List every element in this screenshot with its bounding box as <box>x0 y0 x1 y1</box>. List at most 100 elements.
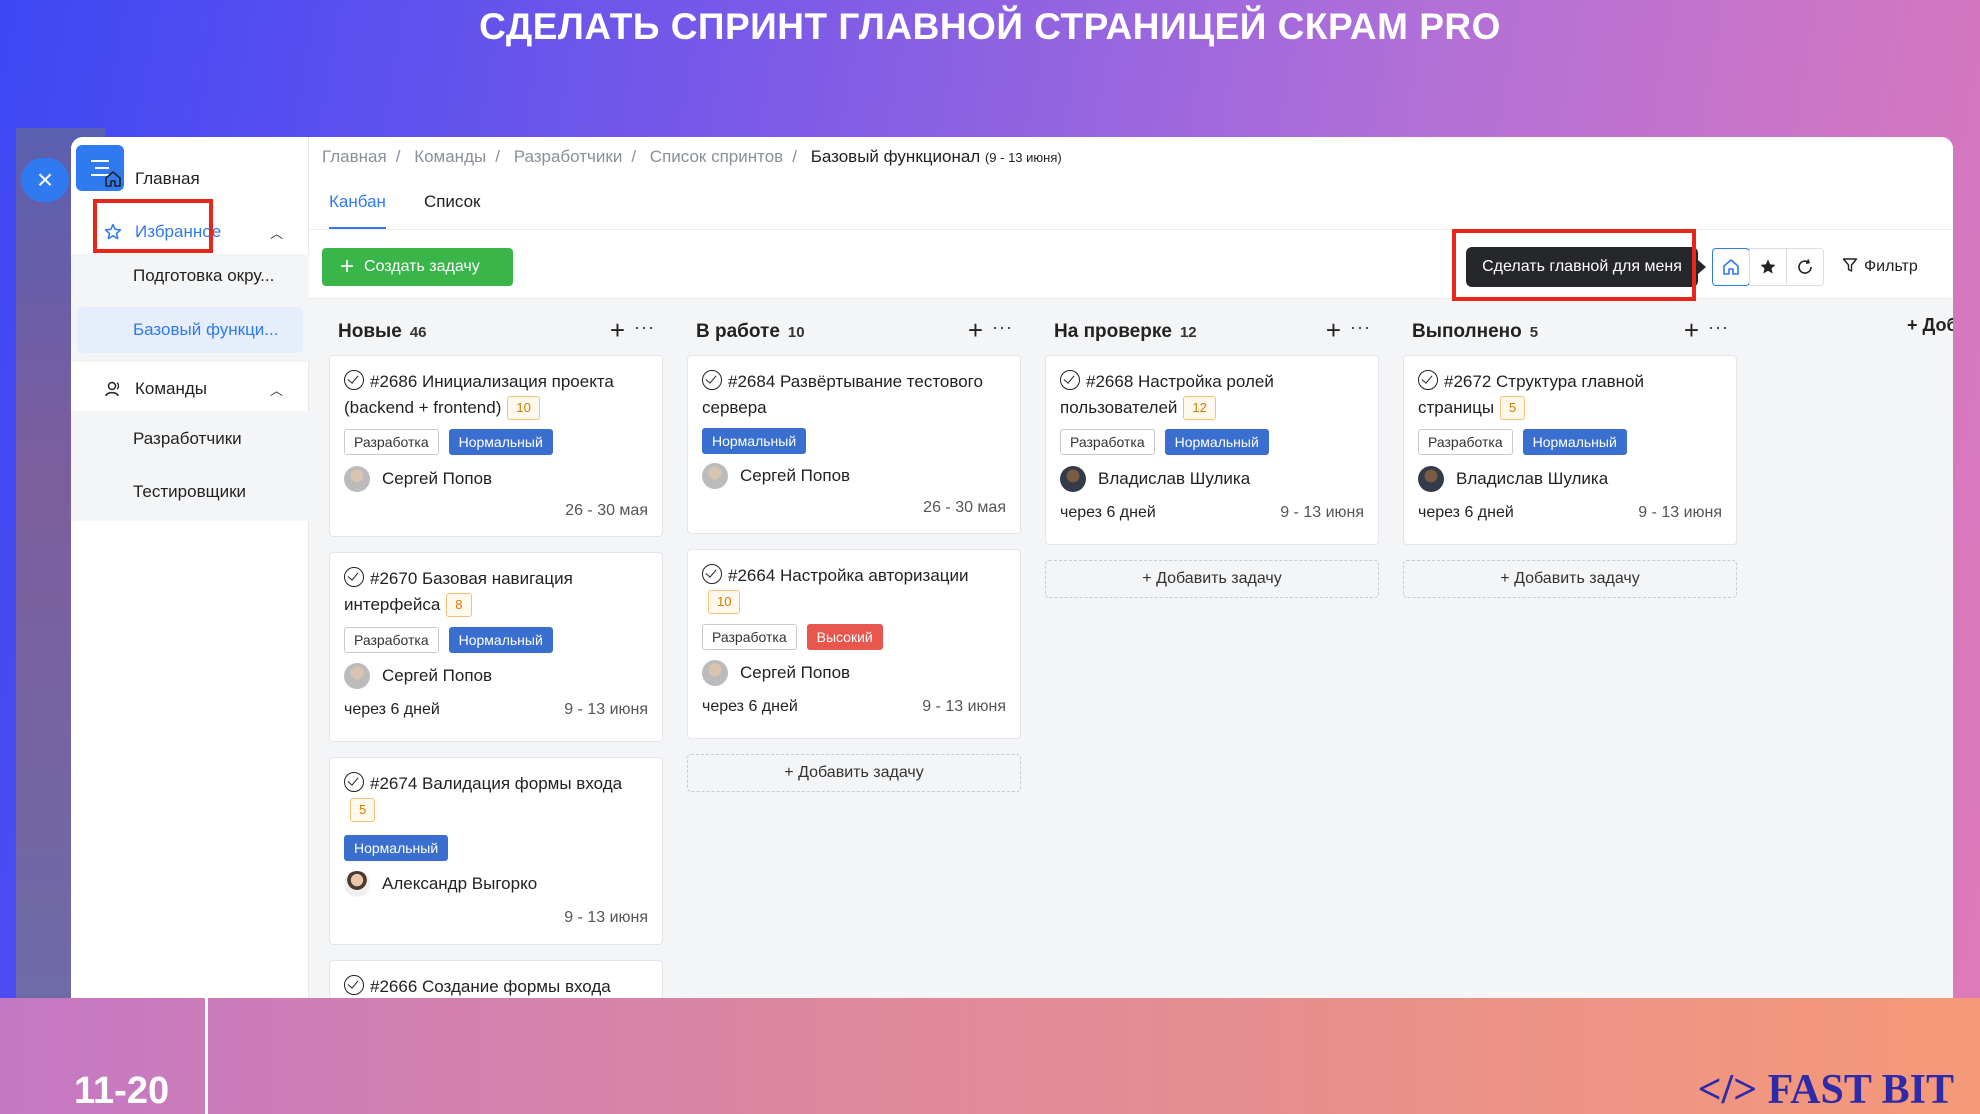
check-circle-icon <box>702 564 722 584</box>
kanban-column-done: Выполнено 5 + ··· #2672 Структура главной… <box>1403 305 1737 598</box>
add-task-button[interactable]: + Добавить задачу <box>1045 560 1379 598</box>
close-icon[interactable]: × <box>21 158 69 202</box>
breadcrumb-item[interactable]: Команды <box>414 147 486 166</box>
filter-icon <box>1842 258 1858 272</box>
breadcrumb-separator: / <box>792 147 797 166</box>
breadcrumb-item[interactable]: Список спринтов <box>650 147 783 166</box>
task-tags: Нормальный <box>344 835 458 861</box>
breadcrumb-separator: / <box>631 147 637 166</box>
check-circle-icon <box>344 370 364 390</box>
sidebar-item-label: Команды <box>135 379 208 398</box>
task-title: #2686 Инициализация проекта (backend + f… <box>344 369 649 421</box>
task-assignee: Владислав Шулика <box>1060 466 1250 492</box>
filter-button[interactable]: Фильтр <box>1842 257 1918 276</box>
breadcrumb-item[interactable]: Главная <box>322 147 387 166</box>
avatar <box>1418 466 1444 492</box>
task-due-relative: через 6 дней <box>1060 504 1156 521</box>
task-due-date: 9 - 13 июня <box>1280 504 1364 521</box>
avatar <box>1060 466 1086 492</box>
teams-group: Разработчики Тестировщики <box>71 411 309 521</box>
task-tags: Разработка Нормальный <box>1060 429 1279 455</box>
task-due-date: 9 - 13 июня <box>1638 504 1722 521</box>
sprint-dates: (9 - 13 июня) <box>984 150 1062 165</box>
kanban-column-new: Новые 46 + ··· #2686 Инициализация проект… <box>329 305 663 998</box>
sidebar-item-favorite-2[interactable]: Базовый функци... <box>77 307 303 353</box>
task-due-relative: через 6 дней <box>344 701 440 718</box>
breadcrumb: Главная / Команды / Разработчики / Список с… <box>322 147 1062 167</box>
check-circle-icon <box>344 772 364 792</box>
sidebar-item-label: Главная <box>135 169 200 188</box>
task-card[interactable]: #2672 Структура главной страницы 5 Разраб… <box>1403 355 1737 545</box>
topbar: Главная / Команды / Разработчики / Список с… <box>309 137 1953 299</box>
avatar <box>344 663 370 689</box>
tab-list[interactable]: Список <box>424 192 481 230</box>
more-icon[interactable]: ··· <box>992 317 1013 338</box>
refresh-button[interactable] <box>1786 248 1824 286</box>
add-icon[interactable]: + <box>1684 315 1699 346</box>
chevron-up-icon: ︿ <box>269 225 283 241</box>
column-title: В работе 10 <box>696 321 805 342</box>
add-column-button[interactable]: + Добавить <box>1907 315 1953 336</box>
task-title: #2672 Структура главной страницы 5 <box>1418 369 1723 421</box>
home-icon <box>103 169 123 189</box>
tab-kanban[interactable]: Канбан <box>329 192 386 230</box>
tag-priority-normal: Нормальный <box>1164 429 1269 455</box>
create-task-button[interactable]: + Создать задачу <box>322 248 513 286</box>
task-due-date: 9 - 13 июня <box>564 909 648 926</box>
tag-development: Разработка <box>1060 429 1155 455</box>
tag-development: Разработка <box>344 627 439 653</box>
breadcrumb-item[interactable]: Разработчики <box>514 147 623 166</box>
task-assignee: Сергей Попов <box>344 663 492 689</box>
more-icon[interactable]: ··· <box>1708 317 1729 338</box>
story-points-badge: 8 <box>446 593 472 617</box>
breadcrumb-separator: / <box>495 147 500 166</box>
chevron-up-icon: ︿ <box>269 382 283 398</box>
plus-icon: + <box>340 253 355 280</box>
breadcrumb-current: Базовый функционал <box>810 147 981 166</box>
make-home-button[interactable] <box>1712 248 1750 286</box>
column-title: Выполнено 5 <box>1412 321 1539 342</box>
task-card[interactable]: #2674 Валидация формы входа 5 Нормальный … <box>329 757 663 945</box>
sidebar-item-developers[interactable]: Разработчики <box>133 429 242 449</box>
task-card[interactable]: #2666 Создание формы входа <box>329 960 663 998</box>
star-icon <box>1760 259 1776 274</box>
column-title: Новые 46 <box>338 321 427 342</box>
add-icon[interactable]: + <box>610 315 625 346</box>
more-icon[interactable]: ··· <box>634 317 655 338</box>
tag-priority-normal: Нормальный <box>448 627 553 653</box>
add-icon[interactable]: + <box>1326 315 1341 346</box>
task-title: #2684 Развёртывание тестового сервера <box>702 370 983 417</box>
task-card[interactable]: #2684 Развёртывание тестового сервера Но… <box>687 355 1021 534</box>
favorite-button[interactable] <box>1749 248 1787 286</box>
sidebar-item-home[interactable]: Главная <box>71 157 309 201</box>
sidebar-item-favorite-1[interactable]: Подготовка окру... <box>133 266 274 286</box>
task-title: #2670 Базовая навигация интерфейса 8 <box>344 566 649 618</box>
highlight-frame-make-home <box>1452 229 1696 301</box>
task-title: #2666 Создание формы входа <box>344 974 649 998</box>
task-due-date: 9 - 13 июня <box>564 701 648 718</box>
sidebar-item-teams[interactable]: Команды ︿ <box>71 367 309 411</box>
task-card[interactable]: #2670 Базовая навигация интерфейса 8 Разр… <box>329 552 663 742</box>
column-count: 12 <box>1179 324 1197 341</box>
create-task-label: Создать задачу <box>364 258 480 275</box>
task-card[interactable]: #2686 Инициализация проекта (backend + f… <box>329 355 663 537</box>
app-window: Главная Избранное ︿ Подготовка окру... Б… <box>71 137 1953 998</box>
task-due-date: 26 - 30 мая <box>565 502 648 519</box>
task-assignee: Александр Выгорко <box>344 871 537 897</box>
add-task-button[interactable]: + Добавить задачу <box>687 754 1021 792</box>
task-assignee: Сергей Попов <box>702 463 850 489</box>
kanban-column-review: На проверке 12 + ··· #2668 Настройка роле… <box>1045 305 1379 598</box>
task-title: #2664 Настройка авторизации 10 <box>702 563 1007 615</box>
sidebar-item-testers[interactable]: Тестировщики <box>133 482 246 502</box>
check-circle-icon <box>702 370 722 390</box>
avatar <box>344 871 370 897</box>
task-card[interactable]: #2664 Настройка авторизации 10 Разработка… <box>687 549 1021 739</box>
tag-development: Разработка <box>344 429 439 455</box>
add-icon[interactable]: + <box>968 315 983 346</box>
task-due-relative: через 6 дней <box>1418 504 1514 521</box>
task-card[interactable]: #2668 Настройка ролей пользователей 12 Ра… <box>1045 355 1379 545</box>
more-icon[interactable]: ··· <box>1350 317 1371 338</box>
add-task-button[interactable]: + Добавить задачу <box>1403 560 1737 598</box>
favorites-group: Подготовка окру... Базовый функци... <box>71 254 309 362</box>
task-due-date: 26 - 30 мая <box>923 499 1006 516</box>
